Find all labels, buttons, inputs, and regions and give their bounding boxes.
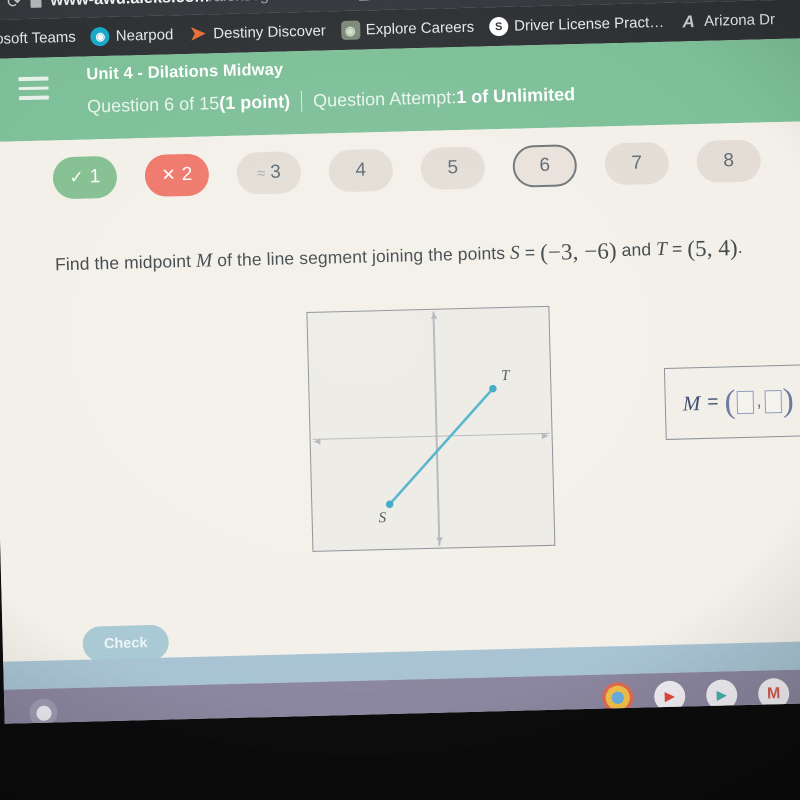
prompt-part-2: of the line segment joining the points (212, 242, 511, 271)
bookmark-driver-license[interactable]: S Driver License Pract… (488, 13, 665, 37)
launcher-circle-icon[interactable] (29, 698, 58, 724)
bookmark-microsoft-teams[interactable]: icrosoft Teams (0, 29, 76, 48)
answer-y-input[interactable] (764, 389, 782, 413)
answer-equals: = (707, 391, 719, 413)
bookmark-label: Nearpod (115, 26, 174, 45)
pill-number: 6 (539, 154, 551, 177)
point-label-t: T (500, 367, 510, 385)
variable-m: M (195, 250, 213, 272)
question-pill-5[interactable]: 5 (420, 146, 486, 191)
question-points: (1 point) (218, 91, 291, 114)
nearpod-icon: ◉ (90, 26, 111, 47)
youtube-icon[interactable]: ► (653, 680, 686, 713)
question-prompt: Find the midpoint M of the line segment … (55, 234, 770, 278)
bookmark-label: Arizona Dr (703, 11, 776, 30)
chrome-icon[interactable] (601, 681, 634, 714)
divider (300, 91, 303, 113)
answer-x-input[interactable] (736, 390, 754, 414)
shelf-icon-row: ► ► M (601, 677, 800, 714)
question-counter: Question 6 of 15 (86, 93, 220, 117)
answer-input-box[interactable]: M = ( , ) (663, 363, 800, 440)
period: . (737, 236, 743, 258)
equals-1: = (519, 242, 541, 263)
answer-m-label: M (682, 390, 701, 415)
answer-open-paren: ( (723, 383, 736, 421)
question-pill-7[interactable]: 7 (604, 141, 670, 186)
play-store-icon[interactable]: ► (705, 679, 738, 711)
question-pill-4[interactable]: 4 (328, 148, 394, 193)
question-pill-row: ✓ 1 ✕ 2 ≈ 3 4 5 6 7 8 (52, 139, 789, 200)
photographed-screen: ‹ ⟳ www-awu.aleks.com/alekscgi/x/Isl.exe… (0, 0, 800, 800)
bookmark-explore-careers[interactable]: ◉ Explore Careers (340, 18, 475, 41)
cross-icon: ✕ (161, 165, 176, 185)
prompt-part-3: and (616, 239, 657, 261)
explore-careers-icon: ◉ (340, 20, 361, 41)
question-status-line: Question 6 of 15 (1 point) Question Atte… (87, 78, 800, 118)
approx-icon: ≈ (256, 164, 266, 182)
t-coordinates: (5, 4) (686, 235, 739, 262)
pill-number: 3 (269, 161, 282, 183)
chromebook-screen: ‹ ⟳ www-awu.aleks.com/alekscgi/x/Isl.exe… (0, 0, 800, 724)
question-pill-3[interactable]: ≈ 3 (236, 151, 302, 195)
question-pill-8[interactable]: 8 (696, 139, 762, 184)
segment-st (385, 384, 497, 509)
arizona-icon: A (682, 11, 695, 31)
pill-number: 7 (631, 152, 643, 174)
check-icon: ✓ (69, 167, 84, 187)
pill-number: 5 (447, 157, 459, 179)
answer-comma: , (756, 390, 762, 412)
bookmark-label: Driver License Pract… (513, 13, 665, 35)
bookmark-destiny-discover[interactable]: ➤ Destiny Discover (188, 21, 327, 45)
bookmark-label: Destiny Discover (213, 22, 327, 43)
driver-license-icon: S (488, 16, 509, 37)
equals-2: = (666, 238, 688, 259)
question-body: ✓ 1 ✕ 2 ≈ 3 4 5 6 7 8 Find the midpoint … (0, 120, 800, 662)
bookmark-label: Explore Careers (365, 18, 475, 39)
bookmark-arizona[interactable]: A Arizona Dr (679, 10, 775, 31)
hamburger-menu-icon[interactable] (18, 76, 49, 105)
pill-number: 8 (723, 150, 735, 172)
coordinate-plane-graph: ▲ ▼ ► ◄ S T (306, 305, 556, 552)
pill-number: 1 (89, 166, 101, 188)
pill-number: 2 (181, 163, 193, 186)
question-pill-1[interactable]: ✓ 1 (52, 155, 118, 200)
bookmark-label: icrosoft Teams (0, 28, 77, 49)
check-button[interactable]: Check (82, 624, 170, 662)
pill-number: 4 (355, 159, 367, 181)
gmail-icon[interactable]: M (757, 677, 790, 710)
url-domain: www-awu.aleks.com (50, 0, 209, 9)
attempt-label: Question Attempt: (312, 87, 457, 111)
page-icon (30, 0, 42, 8)
s-coordinates: (−3, −6) (539, 238, 617, 266)
point-label-s: S (378, 510, 387, 527)
variable-t: T (655, 238, 668, 261)
question-pill-6[interactable]: 6 (512, 144, 578, 188)
variable-s: S (509, 242, 521, 264)
answer-close-paren: ) (782, 382, 795, 419)
destiny-discover-icon: ➤ (189, 23, 207, 45)
attempt-value: 1 of Unlimited (455, 84, 576, 108)
reload-icon[interactable]: ⟳ (7, 0, 22, 11)
question-pill-2[interactable]: ✕ 2 (144, 153, 210, 198)
prompt-part-1: Find the midpoint (54, 250, 197, 275)
bookmark-nearpod[interactable]: ◉ Nearpod (90, 25, 174, 47)
